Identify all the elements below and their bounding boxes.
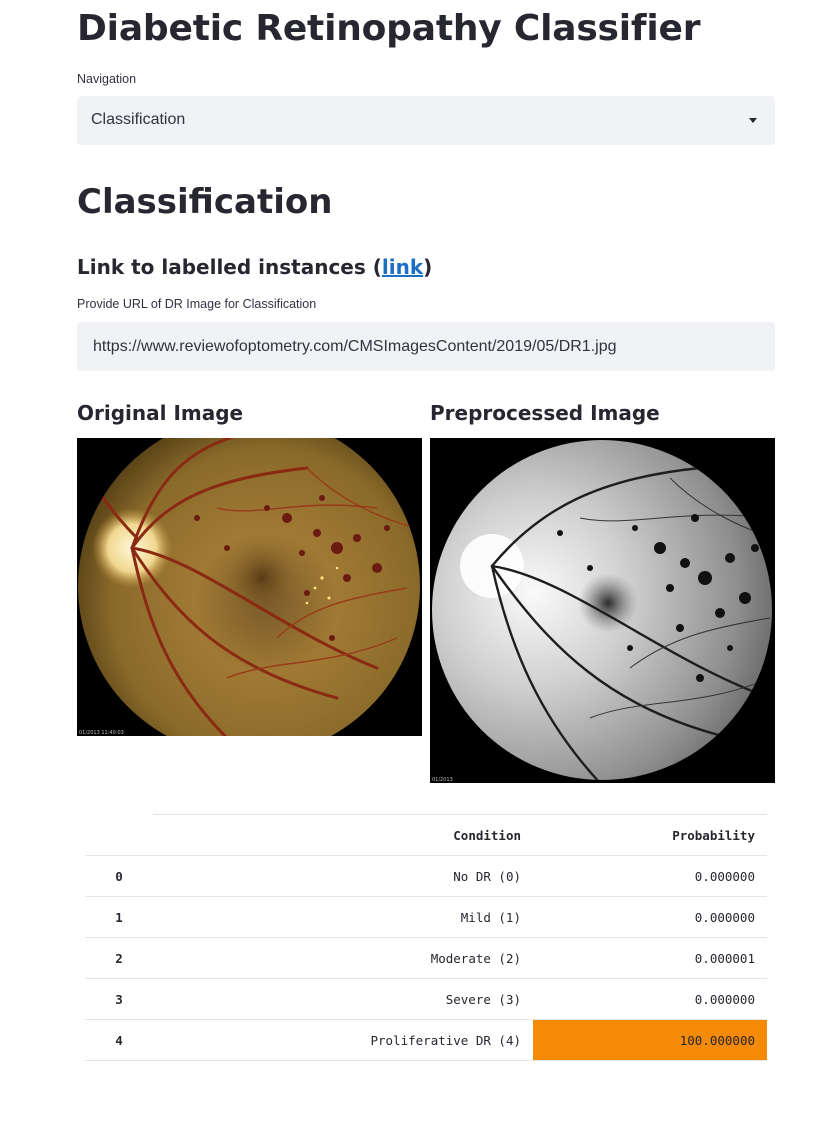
image-url-input[interactable]: [77, 322, 775, 371]
table-row: 2 Moderate (2) 0.000001: [85, 937, 767, 979]
labelled-instances-text: Link to labelled instances (: [77, 255, 382, 279]
labelled-instances-link[interactable]: link: [382, 255, 423, 279]
row-index: 2: [85, 937, 153, 979]
caret-down-icon: [749, 118, 757, 123]
labelled-instances-close: ): [423, 255, 433, 279]
labelled-instances-heading: Link to labelled instances (link): [77, 255, 432, 279]
preprocessed-image-caption: Preprocessed Image: [430, 401, 660, 425]
row-index: 1: [85, 896, 153, 938]
row-condition: Severe (3): [153, 978, 533, 1020]
app-title: Diabetic Retinopathy Classifier: [77, 8, 701, 49]
url-field-label: Provide URL of DR Image for Classificati…: [77, 297, 317, 311]
row-index: 4: [85, 1019, 153, 1061]
row-probability: 0.000001: [533, 937, 767, 979]
row-condition: Mild (1): [153, 896, 533, 938]
results-table: Condition Probability 0 No DR (0) 0.0000…: [85, 814, 767, 1061]
navigation-selected-value: Classification: [91, 111, 186, 128]
row-probability: 0.000000: [533, 855, 767, 897]
row-condition: No DR (0): [153, 855, 533, 897]
row-probability-highlighted: 100.000000: [533, 1019, 767, 1061]
section-title: Classification: [77, 182, 333, 222]
original-image-caption: Original Image: [77, 401, 244, 425]
row-condition: Moderate (2): [153, 937, 533, 979]
preprocessed-fundus-image: 01/2013: [430, 438, 775, 783]
original-fundus-image: 01/2013 11:40:03: [77, 438, 422, 736]
app-page: Diabetic Retinopathy Classifier Navigati…: [0, 0, 834, 1135]
navigation-select[interactable]: Classification: [77, 96, 775, 145]
probability-header: Probability: [533, 814, 767, 856]
svg-text:01/2013: 01/2013: [432, 777, 453, 783]
row-probability: 0.000000: [533, 978, 767, 1020]
table-header-row: Condition Probability: [85, 814, 767, 856]
navigation-label: Navigation: [77, 72, 137, 86]
table-row: 3 Severe (3) 0.000000: [85, 978, 767, 1020]
table-row: 4 Proliferative DR (4) 100.000000: [85, 1019, 767, 1061]
table-row: 0 No DR (0) 0.000000: [85, 855, 767, 897]
row-probability: 0.000000: [533, 896, 767, 938]
row-condition: Proliferative DR (4): [153, 1019, 533, 1061]
index-header: [85, 814, 153, 856]
row-index: 3: [85, 978, 153, 1020]
row-index: 0: [85, 855, 153, 897]
svg-text:01/2013 11:40:03: 01/2013 11:40:03: [79, 730, 124, 736]
condition-header: Condition: [153, 814, 533, 856]
table-row: 1 Mild (1) 0.000000: [85, 896, 767, 938]
